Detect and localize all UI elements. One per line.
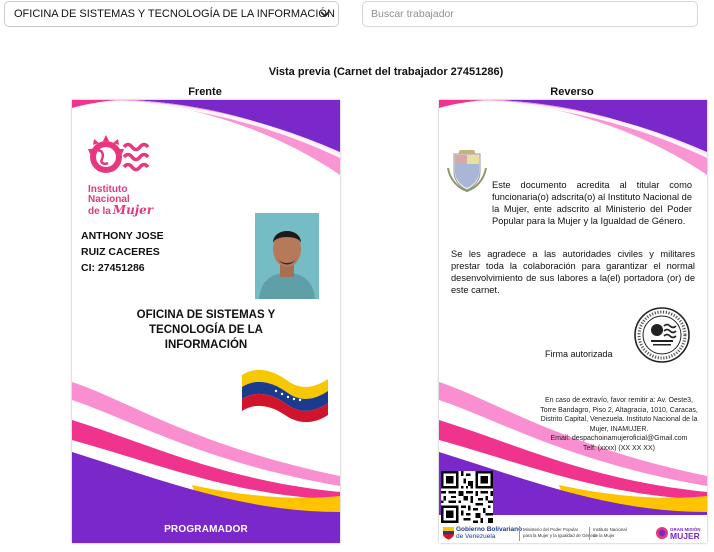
preview-title: Vista previa (Carnet del trabajador 2745… (268, 66, 504, 78)
back-footer-logos: Gobierno Bolivariano de Venezuela Minist… (439, 524, 707, 543)
worker-office: OFICINA DE SISTEMAS Y TECNOLOGÍA DE LA I… (136, 309, 276, 351)
contact-line-6: Telf: (xxxx) (XX XX XX) (583, 444, 655, 452)
venezuela-flag-icon (242, 369, 328, 423)
worker-first-names: ANTHONY JOSE (81, 230, 164, 242)
institute-line-1: Instituto Nacional (593, 527, 627, 532)
contact-line-2: Torre Bandagro, Piso 2, Altagracia, 1010… (540, 406, 698, 414)
gran-mision-mujer-text: GRAN MISIÓN MUJER (670, 526, 701, 540)
footer-divider (519, 526, 520, 541)
ministry-line-2: para la Mujer y la Igualdad de Género (523, 532, 597, 538)
back-label: Reverso (550, 86, 594, 98)
inamujer-logo-icon (88, 135, 150, 173)
contact-line-1: En caso de extravío, favor remitir a: Av… (545, 397, 693, 404)
chevron-down-icon (320, 11, 330, 18)
qr-code-icon (441, 471, 493, 523)
contact-line-3: Distrito Capital, Venezuela. Instituto N… (540, 416, 698, 423)
back-paragraph-2: Se les agradece a las autoridades civile… (451, 249, 695, 295)
logo-line-3b: Mujer (112, 203, 154, 217)
government-shield-icon (443, 527, 454, 540)
inamujer-logo-text: Instituto Nacional de la Mujer (88, 185, 153, 217)
worker-role: PROGRAMADOR (72, 515, 340, 543)
search-worker-input[interactable] (362, 1, 698, 27)
gob-line-2: de Venezuela (456, 533, 496, 540)
logo-line-3a: de la (88, 206, 111, 217)
front-label: Frente (188, 86, 222, 98)
office-select-value: OFICINA DE SISTEMAS Y TECNOLOGÍA DE LA I… (14, 8, 335, 20)
id-card-back: Este documento acredita al titular como … (439, 100, 707, 543)
logo-line-3: de la Mujer (88, 203, 154, 217)
official-seal-icon (634, 307, 690, 363)
worker-last-names: RUIZ CACERES (81, 246, 160, 258)
footer-divider-2 (589, 527, 590, 540)
signature-label: Firma autorizada (545, 349, 613, 359)
gob-text: Gobierno Bolivariano de Venezuela (456, 526, 522, 540)
lost-card-contact: En caso de extravío, favor remitir a: Av… (535, 396, 703, 453)
institute-text: Instituto Nacional de la Mujer (593, 527, 627, 538)
back-paragraph-1: Este documento acredita al titular como … (492, 180, 692, 226)
ministry-text: Ministerio del Poder Popular para la Muj… (523, 527, 597, 538)
contact-line-5: Email: despachoinamujeroficial@Gmail.com (550, 435, 688, 442)
gran-mision-big: MUJER (670, 531, 700, 541)
id-card-front: Instituto Nacional de la Mujer ANTHONY JO… (72, 100, 340, 543)
coat-of-arms-icon (447, 150, 487, 192)
institute-line-2: de la Mujer (593, 532, 615, 538)
gob-line-1: Gobierno Bolivariano (456, 526, 523, 533)
office-select[interactable]: OFICINA DE SISTEMAS Y TECNOLOGÍA DE LA I… (4, 1, 339, 27)
worker-ci: CI: 27451286 (81, 262, 145, 274)
worker-photo (255, 213, 319, 299)
contact-line-4: Mujer, INAMUJER. (589, 425, 649, 433)
gran-mision-mujer-icon (656, 527, 668, 539)
